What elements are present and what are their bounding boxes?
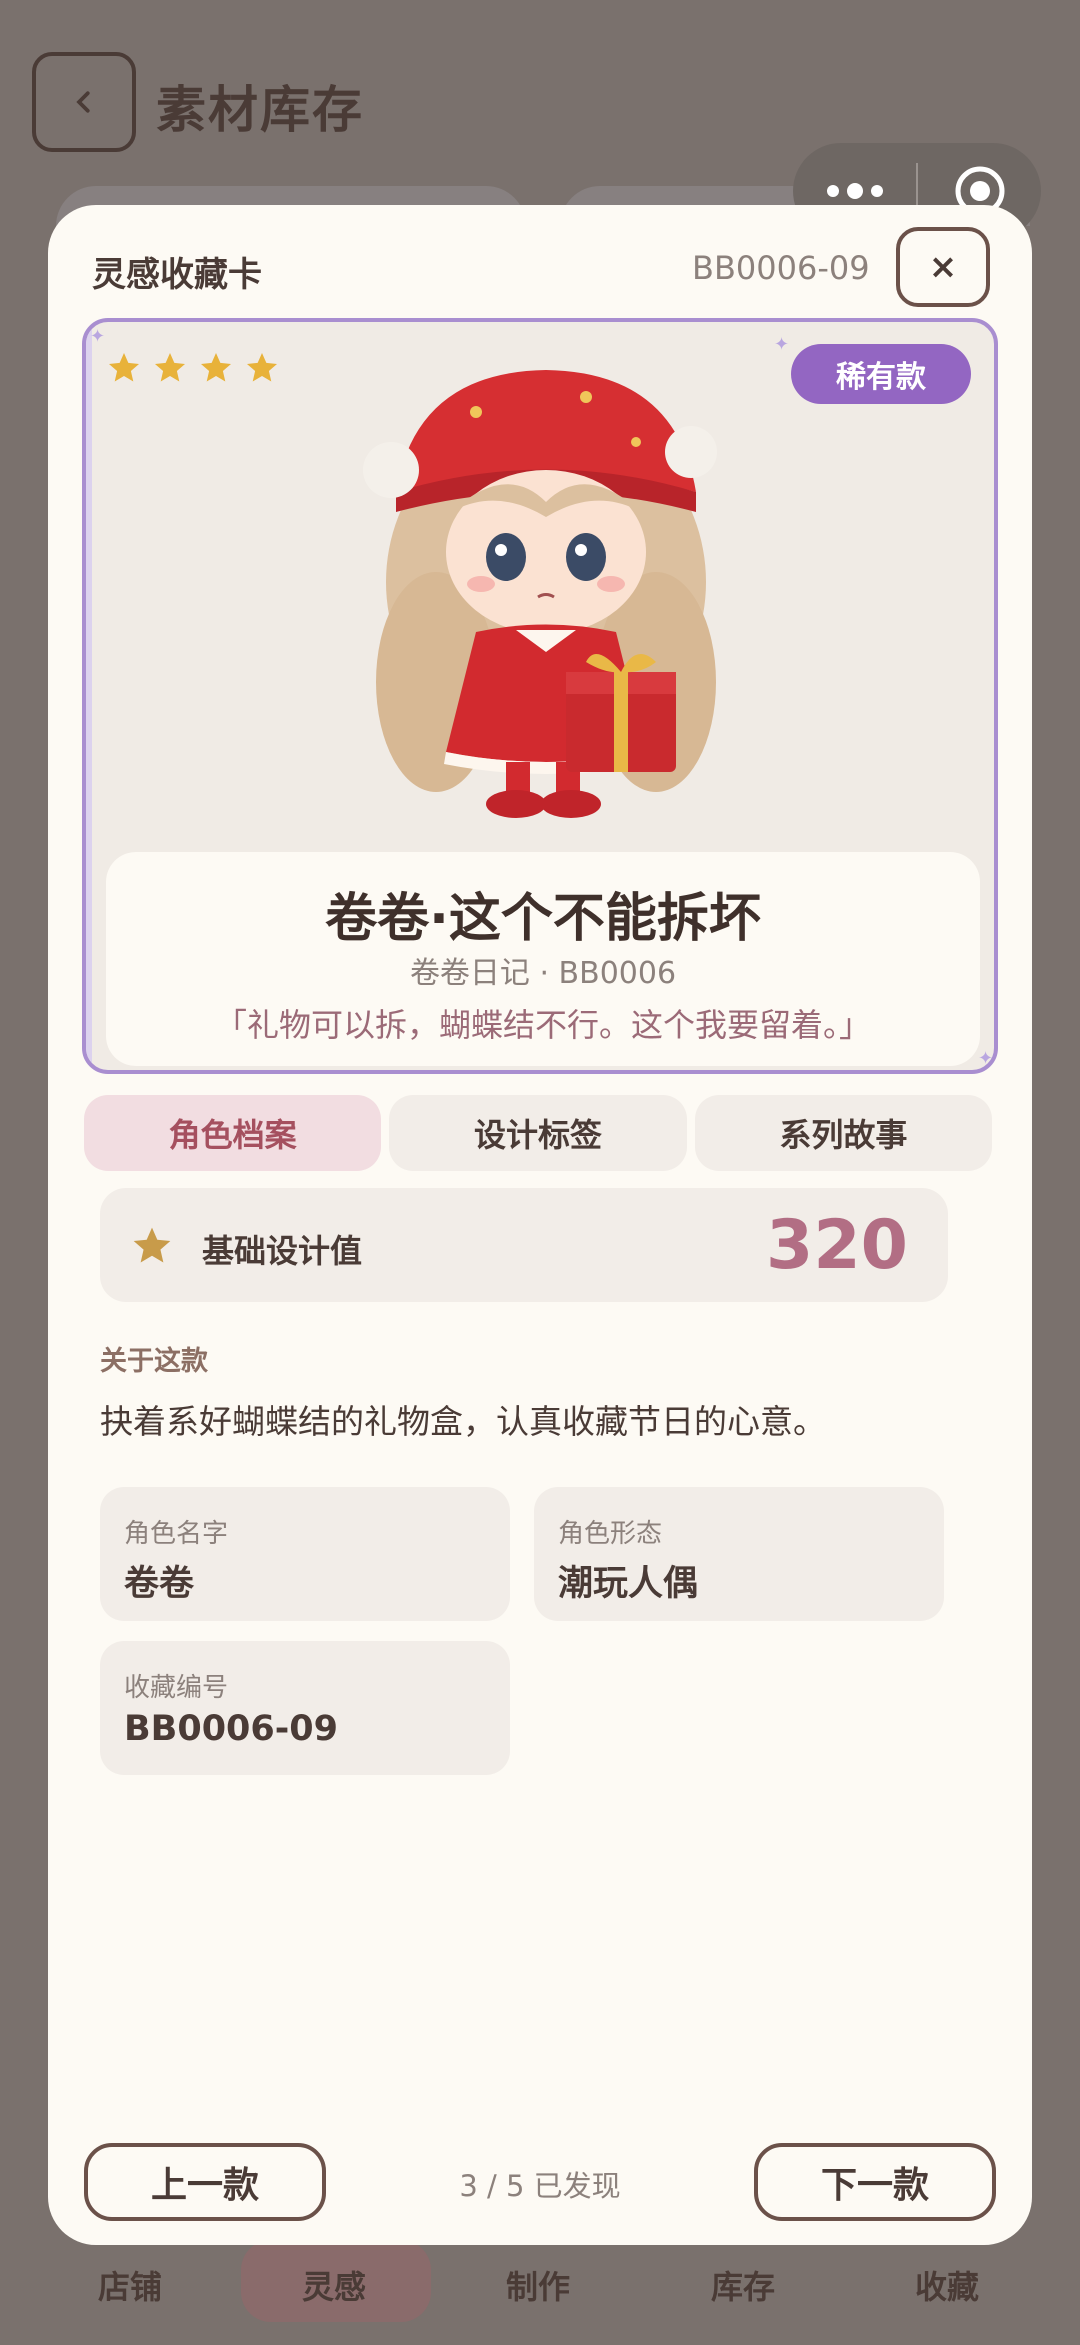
field-collection-id: 收藏编号 BB0006-09 [100, 1641, 510, 1775]
prev-button[interactable]: 上一款 [84, 2143, 326, 2221]
detail-tabs: 角色档案 设计标签 系列故事 [84, 1095, 992, 1171]
score-label: 基础设计值 [202, 1232, 363, 1270]
sparkle-icon: ✦ [978, 1048, 994, 1069]
field-label: 角色名字 [124, 1519, 229, 1549]
field-label: 角色形态 [558, 1519, 663, 1549]
modal-code: BB0006-09 [692, 249, 870, 287]
back-button[interactable] [32, 52, 136, 152]
nav-item-inspiration[interactable]: 灵感 [302, 2262, 366, 2308]
dot-icon [870, 185, 883, 197]
close-icon: × [928, 247, 958, 287]
field-value: 潮玩人偶 [558, 1564, 699, 1604]
star-rating [106, 350, 280, 386]
nav-item-make[interactable]: 制作 [506, 2262, 570, 2308]
page-title: 素材库存 [156, 81, 364, 139]
character-info: 卷卷·这个不能拆坏 卷卷日记 · BB0006 「礼物可以拆，蝴蝶结不行。这个我… [106, 852, 980, 1066]
star-icon [133, 1227, 171, 1263]
tab-series-story[interactable]: 系列故事 [694, 1095, 992, 1171]
about-text: 抉着系好蝴蝶结的礼物盒，认真收藏节日的心意。 [100, 1402, 826, 1441]
character-card: 稀有款 ✦ ✦ ✦ 卷卷·这个不能拆坏 卷卷日记 · BB0006 「礼物可以拆… [82, 318, 998, 1074]
character-name: 卷卷·这个不能拆坏 [325, 889, 761, 949]
tab-design-tags[interactable]: 设计标签 [389, 1095, 687, 1171]
dot-icon [846, 183, 863, 199]
sparkle-icon: ✦ [90, 326, 106, 347]
chevron-left-icon [76, 91, 90, 113]
field-character-name: 角色名字 卷卷 [100, 1487, 510, 1621]
nav-item-stock[interactable]: 库存 [711, 2262, 775, 2308]
close-button[interactable]: × [896, 227, 990, 307]
collection-card-modal: 灵感收藏卡 BB0006-09 × 稀有款 ✦ ✦ ✦ 卷卷·这个不能拆坏 卷卷… [48, 205, 1032, 2245]
modal-title: 灵感收藏卡 [92, 255, 262, 295]
sparkle-icon: ✦ [774, 334, 790, 355]
character-figure-image [363, 370, 717, 818]
star-icon [247, 353, 277, 382]
rarity-badge: 稀有款 [791, 344, 971, 404]
dot-icon [826, 185, 839, 197]
star-icon [155, 353, 185, 382]
field-character-form: 角色形态 潮玩人偶 [534, 1487, 944, 1621]
character-quote: 「礼物可以拆，蝴蝶结不行。这个我要留着。」 [214, 1006, 871, 1044]
about-heading: 关于这款 [100, 1346, 208, 1377]
next-button[interactable]: 下一款 [754, 2143, 996, 2221]
tab-profile[interactable]: 角色档案 [84, 1095, 382, 1171]
star-icon [109, 353, 139, 382]
field-value: BB0006-09 [124, 1709, 338, 1749]
field-value: 卷卷 [124, 1564, 195, 1604]
card-rim [86, 322, 92, 1070]
star-icon [201, 353, 231, 382]
nav-item-shop[interactable]: 店铺 [98, 2262, 162, 2308]
design-score: 基础设计值 320 [100, 1188, 948, 1302]
nav-item-collection[interactable]: 收藏 [915, 2262, 979, 2308]
character-series: 卷卷日记 · BB0006 [409, 956, 677, 991]
score-value: 320 [766, 1206, 908, 1285]
field-label: 收藏编号 [124, 1673, 229, 1703]
